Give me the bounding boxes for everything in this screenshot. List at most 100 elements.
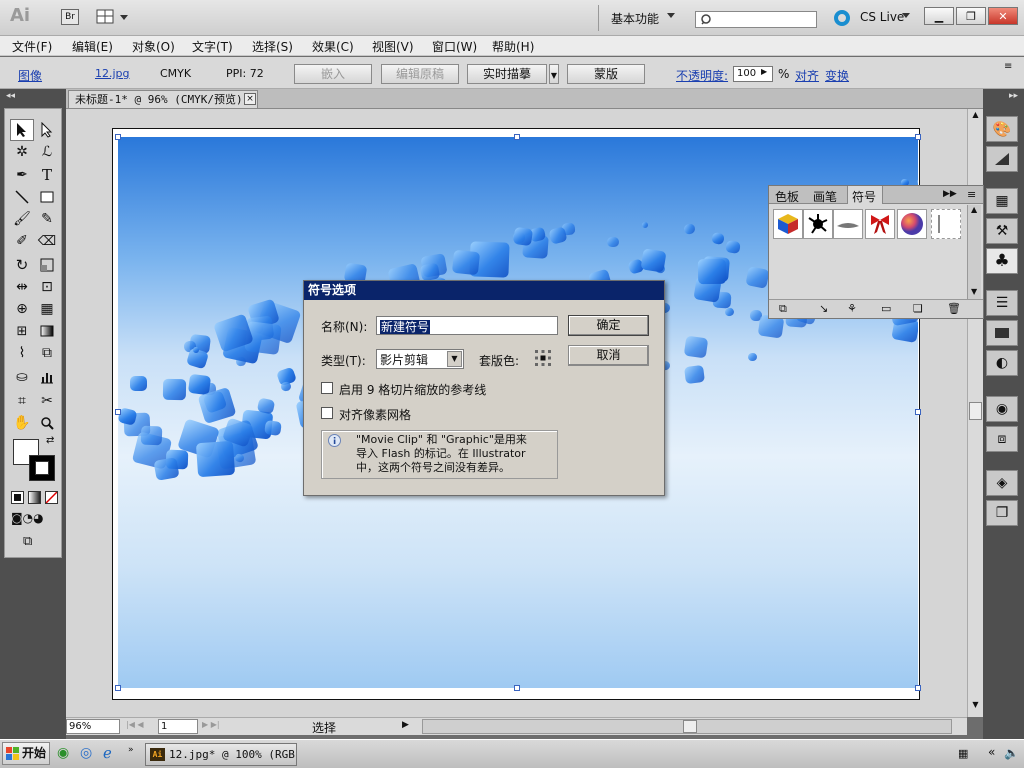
tab-symbols[interactable]: 符号 xyxy=(852,188,876,205)
gradient-mode-button[interactable] xyxy=(28,491,41,504)
close-button[interactable]: ✕ xyxy=(988,7,1018,25)
volume-icon[interactable]: 🔈 xyxy=(1004,746,1019,760)
panel-scrollbar[interactable]: ▲ ▼ xyxy=(967,205,981,299)
align-link[interactable]: 对齐 xyxy=(795,67,819,84)
magic-wand-tool[interactable]: ✲ xyxy=(10,141,34,163)
pen-tool[interactable]: ✒ xyxy=(10,164,34,186)
zoom-tool[interactable] xyxy=(35,412,59,434)
symbol-grass[interactable] xyxy=(833,209,863,239)
menu-window[interactable]: 窗口(W) xyxy=(432,38,477,55)
selection-handle[interactable] xyxy=(115,409,121,415)
zoom-select[interactable]: 96% xyxy=(66,719,120,734)
status-menu[interactable]: 选择 xyxy=(312,719,336,736)
arrange-documents-button[interactable] xyxy=(96,9,130,25)
chevron-right-icon[interactable]: ▶ xyxy=(761,67,767,76)
panel-expand-icon[interactable]: ▶▶ xyxy=(943,189,957,199)
chevron-right-icon[interactable]: ▶ xyxy=(402,720,409,730)
internet-explorer-icon[interactable]: ℯ xyxy=(103,744,112,762)
type-tool[interactable]: T xyxy=(35,164,59,186)
panel-menu-icon[interactable]: ≡ xyxy=(967,188,976,201)
horizontal-scrollbar[interactable] xyxy=(422,719,952,734)
appearance-button[interactable]: ◉ xyxy=(986,396,1018,422)
line-tool[interactable] xyxy=(10,186,34,208)
brushes-button[interactable]: ⚒ xyxy=(986,218,1018,244)
stroke-swatch[interactable] xyxy=(29,455,55,481)
blob-brush-tool[interactable]: ✐ xyxy=(10,230,34,252)
slice-tool[interactable]: ✂ xyxy=(35,390,59,412)
scroll-down-icon[interactable]: ▼ xyxy=(969,700,982,714)
column-graph-tool[interactable] xyxy=(35,366,59,388)
scroll-thumb[interactable] xyxy=(683,720,697,733)
embed-button[interactable]: 嵌入 xyxy=(294,64,372,84)
artboard-tool[interactable]: ⌗ xyxy=(10,390,34,412)
tray-expand-icon[interactable]: « xyxy=(988,745,995,759)
pixel-grid-checkbox[interactable] xyxy=(321,407,333,419)
symbol-splatter[interactable] xyxy=(803,209,833,239)
symbol-options-icon[interactable]: ▭ xyxy=(881,302,891,315)
symbol-new[interactable] xyxy=(931,209,961,239)
symbol-library-icon[interactable]: ⧉ xyxy=(779,302,787,316)
tray-icon[interactable]: ▦ xyxy=(958,747,968,760)
color-mode-button[interactable] xyxy=(11,491,24,504)
color-panel-button[interactable]: 🎨 xyxy=(986,116,1018,142)
selection-handle[interactable] xyxy=(915,685,921,691)
menu-view[interactable]: 视图(V) xyxy=(372,38,414,55)
bridge-button[interactable]: Br xyxy=(61,9,79,25)
tab-brushes[interactable]: 画笔 xyxy=(813,188,837,205)
eyedropper-tool[interactable]: ⌇ xyxy=(10,342,34,364)
menu-help[interactable]: 帮助(H) xyxy=(492,38,534,55)
draw-mode-buttons[interactable]: ◙◔◕ xyxy=(11,511,57,525)
perspective-grid-tool[interactable]: ▦ xyxy=(35,298,59,320)
registration-grid-icon[interactable] xyxy=(534,349,552,367)
selection-tool[interactable] xyxy=(10,119,34,141)
menu-edit[interactable]: 编辑(E) xyxy=(72,38,113,55)
file-name-link[interactable]: 12.jpg xyxy=(95,67,130,80)
name-input[interactable]: 新建符号 xyxy=(376,316,558,335)
image-link[interactable]: 图像 xyxy=(18,67,42,84)
transparency-button[interactable]: ◐ xyxy=(986,350,1018,376)
edit-original-button[interactable]: 编辑原稿 xyxy=(381,64,459,84)
free-transform-tool[interactable]: ⊡ xyxy=(35,276,59,298)
restore-button[interactable]: ❐ xyxy=(956,7,986,25)
break-link-icon[interactable]: ⚘ xyxy=(847,302,857,315)
place-symbol-icon[interactable]: ↘ xyxy=(819,302,828,315)
selection-handle[interactable] xyxy=(915,409,921,415)
rectangle-tool[interactable] xyxy=(35,186,59,208)
first-page-icon[interactable]: |◀ ◀ xyxy=(126,720,144,729)
mask-button[interactable]: 蒙版 xyxy=(567,64,645,84)
scale-tool[interactable] xyxy=(35,254,59,276)
delete-symbol-icon[interactable]: 🗑 xyxy=(947,302,961,315)
selection-handle[interactable] xyxy=(115,685,121,691)
transform-link[interactable]: 变换 xyxy=(825,67,849,84)
shape-builder-tool[interactable]: ⊕ xyxy=(10,298,34,320)
symbol-sphere[interactable] xyxy=(897,209,927,239)
close-tab-button[interactable]: × xyxy=(244,93,256,105)
pencil-tool[interactable]: ✎ xyxy=(35,208,59,230)
taskbar-illustrator-item[interactable]: 12.jpg* @ 100% (RGB... Ai xyxy=(145,743,297,766)
rotate-tool[interactable]: ↻ xyxy=(10,254,34,276)
mesh-tool[interactable]: ⊞ xyxy=(10,320,34,342)
search-input[interactable] xyxy=(695,11,817,28)
chevron-down-icon[interactable] xyxy=(902,13,910,18)
screen-mode-button[interactable]: ⧉ xyxy=(23,534,47,550)
document-tab[interactable]: 未标题-1* @ 96% (CMYK/预览) xyxy=(68,90,258,108)
tab-swatches[interactable]: 色板 xyxy=(775,188,799,205)
media-player-icon[interactable]: ◉ xyxy=(57,745,69,761)
swatches-button[interactable]: ▦ xyxy=(986,188,1018,214)
lasso-tool[interactable]: ℒ xyxy=(35,141,59,163)
cs-live-button[interactable]: CS Live xyxy=(860,10,904,24)
graphic-styles-button[interactable]: ⧈ xyxy=(986,426,1018,452)
cancel-button[interactable]: 取消 xyxy=(568,345,649,366)
page-input[interactable]: 1 xyxy=(158,719,198,734)
start-button[interactable]: 开始 xyxy=(2,742,50,765)
scroll-up-icon[interactable]: ▲ xyxy=(971,205,977,214)
hand-tool[interactable]: ✋ xyxy=(10,412,34,434)
menu-object[interactable]: 对象(O) xyxy=(132,38,175,55)
chevron-down-icon[interactable] xyxy=(667,13,675,18)
panel-menu-icon[interactable]: ≡ xyxy=(1004,61,1012,72)
chevron-down-icon[interactable]: ▼ xyxy=(447,351,462,367)
direct-selection-tool[interactable] xyxy=(35,119,59,141)
live-trace-dropdown[interactable]: ▼ xyxy=(549,64,559,84)
minimize-button[interactable]: ▁ xyxy=(924,7,954,25)
artboards-button[interactable]: ❐ xyxy=(986,500,1018,526)
